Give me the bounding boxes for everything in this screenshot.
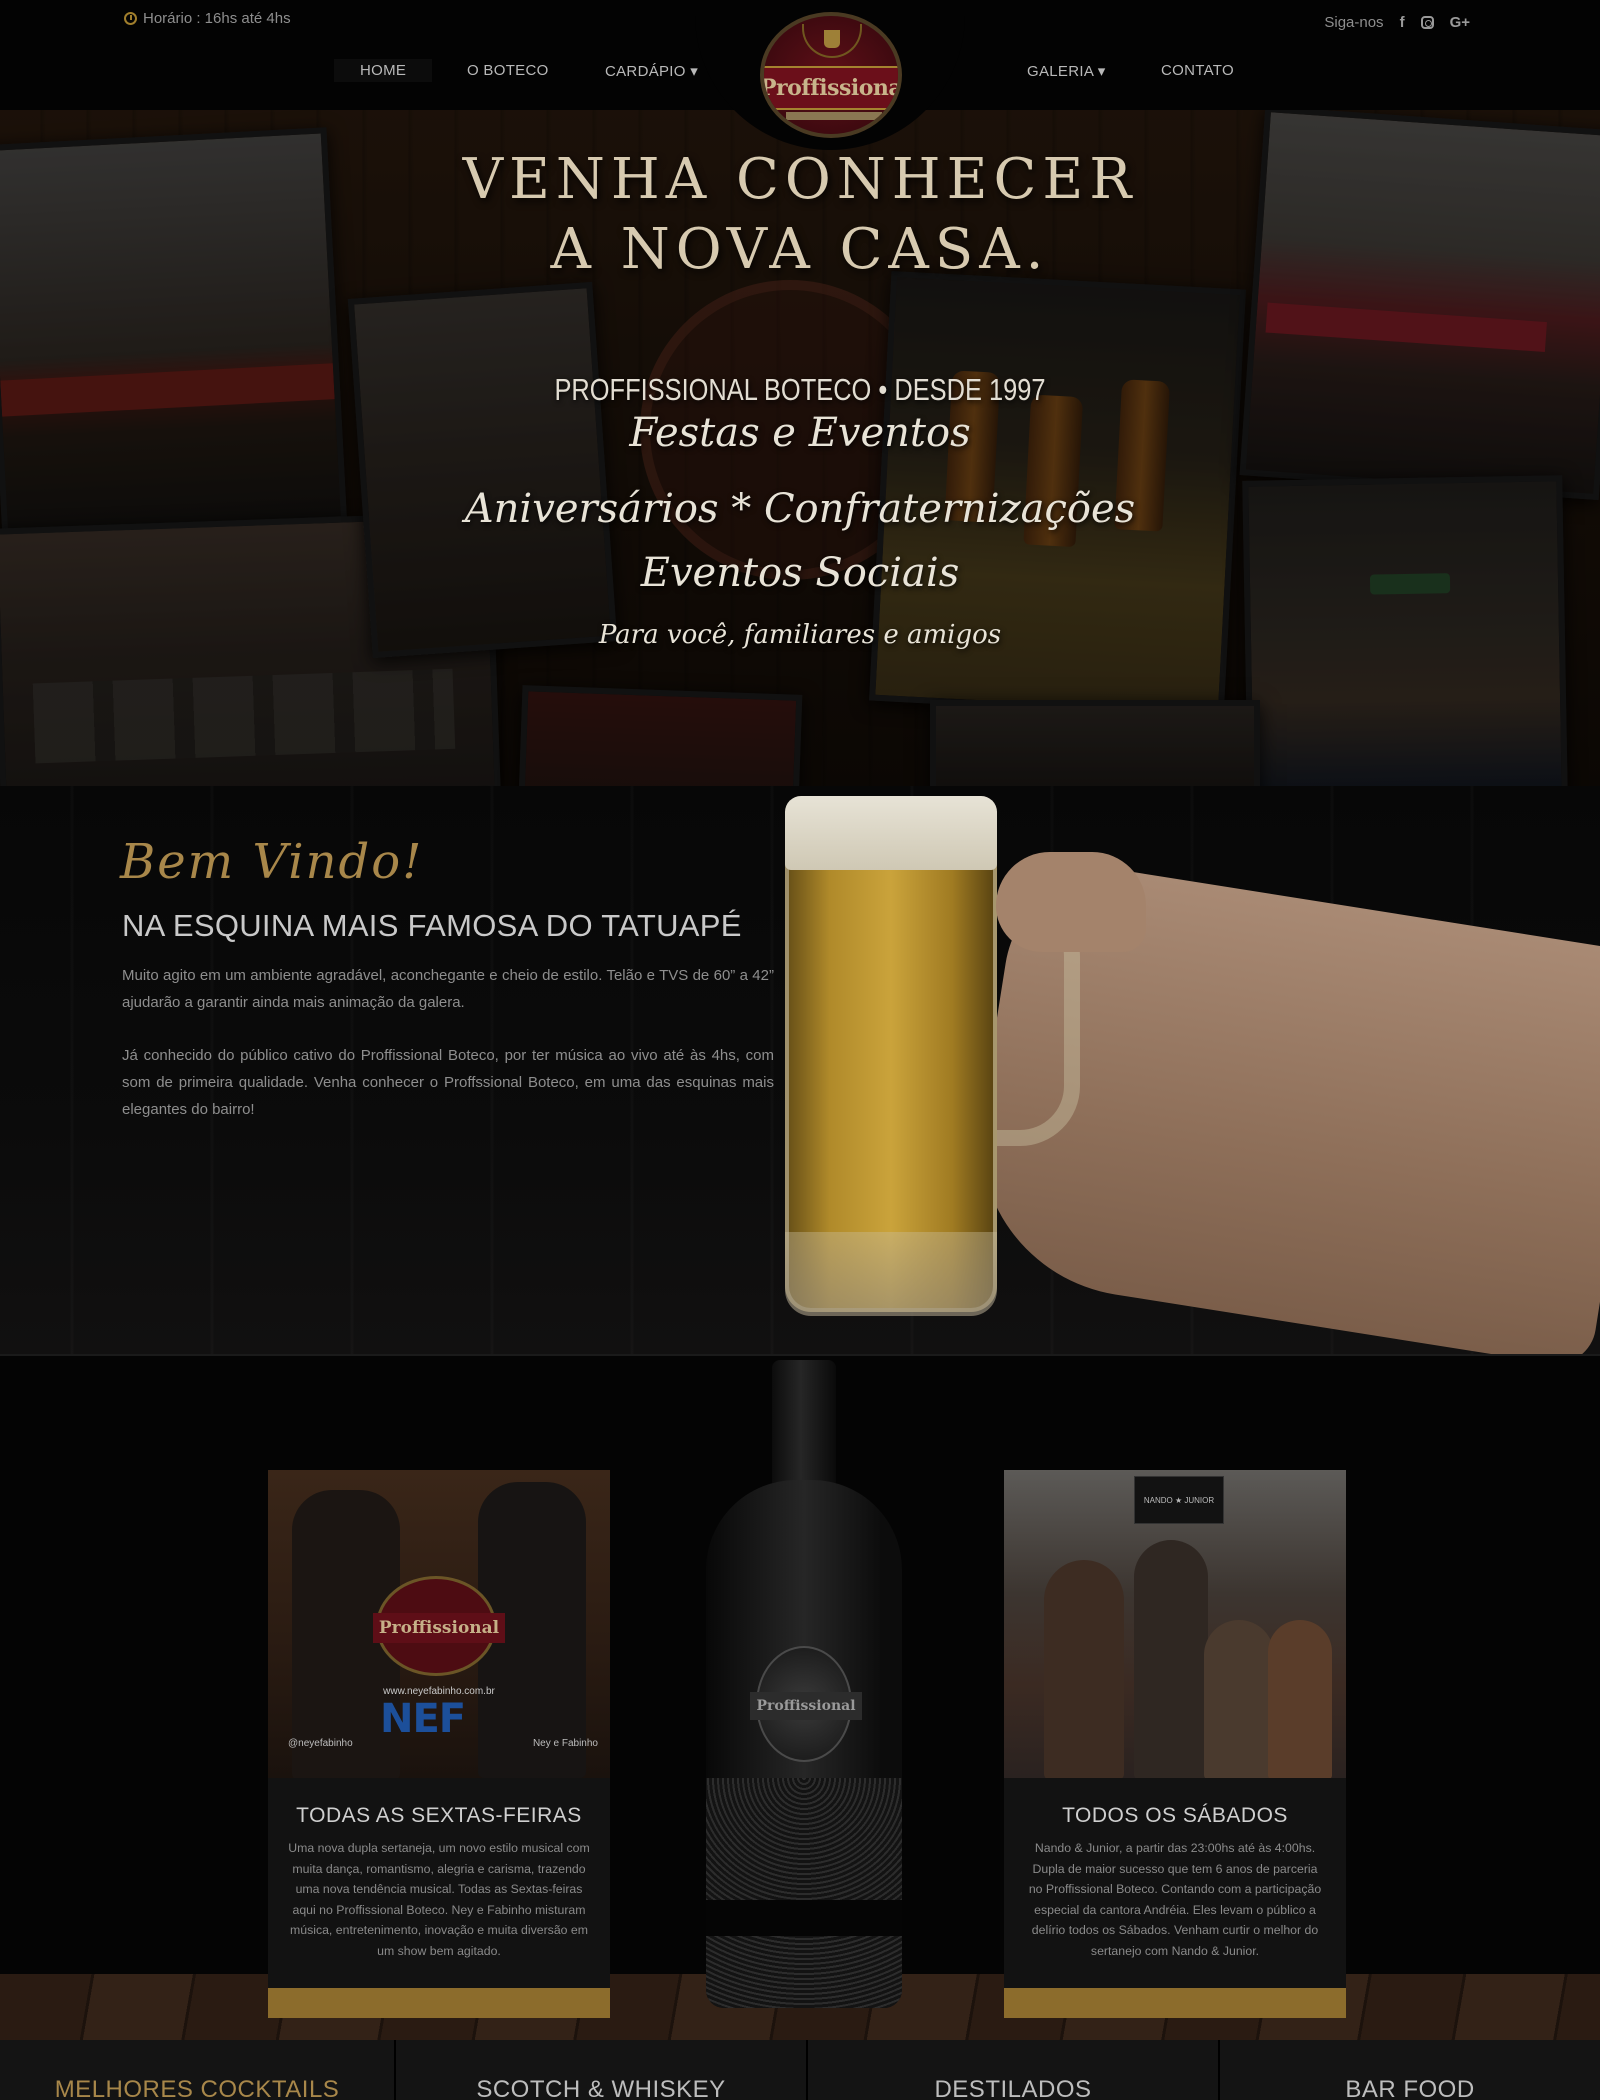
hero-title-line2: A NOVA CASA. [550,217,1050,282]
menu-bar-food-label: BAR FOOD [1345,2076,1475,2100]
nav-home[interactable]: HOME [334,59,433,82]
logo-wordmark: Proffissional [764,66,898,110]
hero-banner: VENHA CONHECER A NOVA CASA. PROFFISSIONA… [0,110,1600,786]
facebook-icon[interactable]: f [1400,14,1405,31]
event-description-friday: Uma nova dupla sertaneja, um novo estilo… [288,1841,590,1958]
event-card-friday[interactable]: Proffissional www.neyefabinho.com.br NEF… [268,1470,610,2018]
opening-hours: Horário : 16hs até 4hs [124,10,291,27]
beer-foam [785,796,997,870]
section-divider [0,1354,1600,1356]
bottle-image: Proffissional [706,1360,902,2008]
event-card-footer[interactable] [268,1988,610,2018]
welcome-section: Bem Vindo! NA ESQUINA MAIS FAMOSA DO TAT… [0,786,1600,1354]
bottle-band [706,1900,902,1936]
event-card-saturday[interactable]: NANDO ★ JUNIOR TODOS OS SÁBADOS Nando & … [1004,1470,1346,2018]
site-logo[interactable]: Proffissional [760,12,902,138]
bottle-label-wordmark: Proffissional [750,1692,862,1720]
guest-figure [1268,1620,1332,1778]
menu-cocktails[interactable]: MELHORES COCKTAILS [0,2040,396,2100]
hero-script-line3: Eventos Sociais [640,550,960,596]
welcome-heading: NA ESQUINA MAIS FAMOSA DO TATUAPÉ [122,908,742,943]
event-card-body: TODAS AS SEXTAS-FEIRAS Uma nova dupla se… [268,1778,610,1988]
welcome-paragraph-1: Muito agito em um ambiente agradável, ac… [122,967,774,1011]
poster-social-handles: @neyefabinho Ney e Fabinho [288,1738,598,1749]
google-plus-icon[interactable]: G+ [1450,14,1470,31]
hero-title-line1: VENHA CONHECER [462,147,1138,212]
poster-logo: Proffissional [373,1576,505,1676]
hero-script-line1: Festas e Eventos [629,410,971,456]
event-description-saturday: Nando & Junior, a partir das 23:00hs até… [1028,1841,1322,1958]
clock-icon [124,12,137,25]
nav-contato[interactable]: CONTATO [1161,62,1234,79]
hero-subtitle: PROFFISSIONAL BOTECO • DESDE 1997 [554,372,1046,407]
menu-categories: MELHORES COCKTAILS SCOTCH & WHISKEY DEST… [0,2040,1600,2100]
poster-brand: NEF [380,1696,466,1742]
beer-glass-icon [824,30,840,48]
hero-script-line2: Aniversários * Confraternizações [464,486,1136,532]
logo-ribbon [786,112,882,120]
poster-handle-left: @neyefabinho [288,1738,353,1749]
event-title-friday: TODAS AS SEXTAS-FEIRAS [296,1804,582,1827]
welcome-script-title: Bem Vindo! [120,834,424,890]
opening-hours-text: Horário : 16hs até 4hs [143,10,291,27]
nav-cardapio[interactable]: CARDÁPIO ▾ [605,62,698,80]
guest-figure [1204,1620,1274,1778]
beer-mug-base [785,1232,997,1316]
follow-label: Siga-nos [1324,14,1384,31]
musician-figure [1044,1560,1124,1778]
event-poster-friday: Proffissional www.neyefabinho.com.br NEF… [268,1470,610,1778]
events-section: Proffissional www.neyefabinho.com.br NEF… [0,1354,1600,2040]
hand-thumb-image [996,852,1146,952]
instagram-icon[interactable] [1420,16,1434,29]
bottle-label: Proffissional [750,1646,862,1762]
musician-figure [1134,1540,1208,1778]
menu-scotch-whiskey-label: SCOTCH & WHISKEY [476,2076,726,2100]
bottle-texture [706,1778,902,2008]
nav-o-boteco[interactable]: O BOTECO [467,62,549,79]
event-photo-saturday: NANDO ★ JUNIOR [1004,1470,1346,1778]
menu-bar-food[interactable]: BAR FOOD [1220,2040,1600,2100]
menu-scotch-whiskey[interactable]: SCOTCH & WHISKEY [396,2040,808,2100]
poster-logo-wordmark: Proffissional [373,1613,505,1643]
menu-destilados-label: DESTILADOS [934,2076,1092,2100]
event-card-body: TODOS OS SÁBADOS Nando & Junior, a parti… [1004,1778,1346,1988]
welcome-paragraph-2: Já conhecido do público cativo do Proffi… [122,1047,774,1118]
event-card-footer[interactable] [1004,1988,1346,2018]
poster-handle-right: Ney e Fabinho [532,1738,598,1749]
social-links: Siga-nos f G+ [1324,14,1470,31]
nav-galeria[interactable]: GALERIA ▾ [1027,62,1106,80]
band-sign: NANDO ★ JUNIOR [1134,1476,1224,1524]
hero-script-line4: Para você, familiares e amigos [598,620,1002,650]
menu-destilados[interactable]: DESTILADOS [808,2040,1220,2100]
event-title-saturday: TODOS OS SÁBADOS [1062,1804,1288,1827]
menu-cocktails-label: MELHORES COCKTAILS [54,2076,340,2100]
